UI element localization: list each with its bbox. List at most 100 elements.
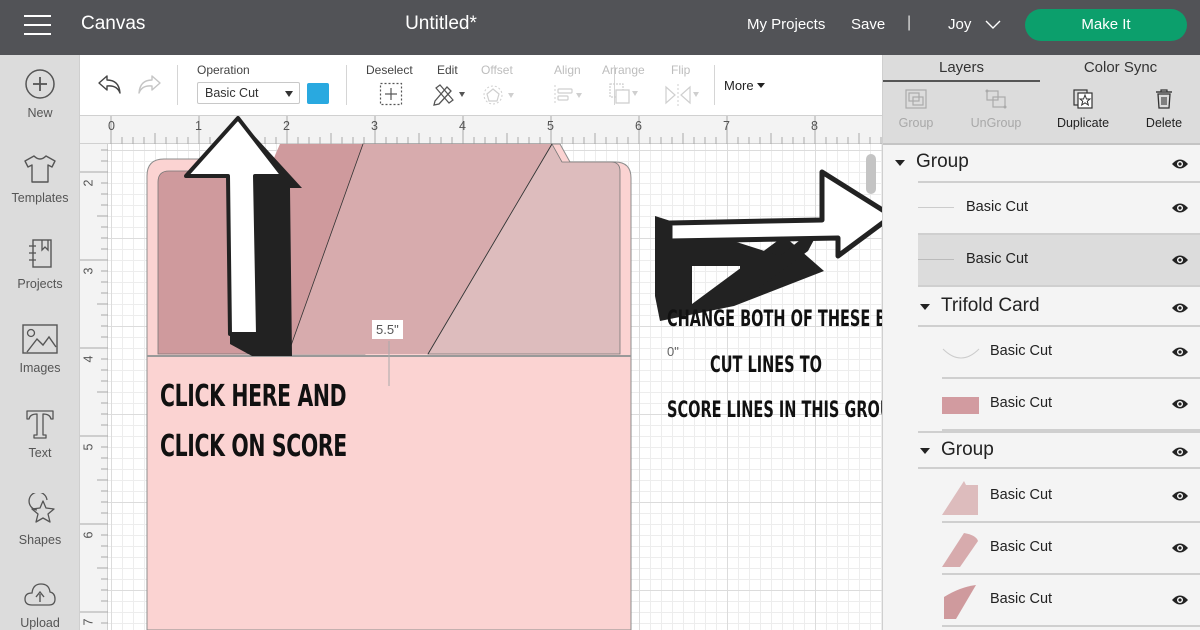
layer-group[interactable]: Trifold Card	[918, 289, 1200, 327]
eye-icon[interactable]	[1171, 445, 1189, 459]
top-bar: Canvas Untitled* My Projects Save | Joy …	[0, 0, 1200, 55]
sidebar-item-text[interactable]: Text	[0, 408, 80, 460]
layer-item[interactable]: Basic Cut	[942, 471, 1200, 523]
layer-item[interactable]: Basic Cut	[942, 327, 1200, 379]
edit-toolbar: Operation Basic Cut Deselect Edit Offset…	[80, 55, 882, 116]
operation-select[interactable]: Basic Cut	[197, 82, 300, 104]
undo-icon[interactable]	[97, 73, 123, 95]
eye-icon[interactable]	[1171, 301, 1189, 315]
curve-shape-thumb	[944, 585, 976, 619]
operation-value: Basic Cut	[205, 86, 259, 100]
flip-label: Flip	[671, 63, 691, 77]
eye-icon[interactable]	[1171, 201, 1189, 215]
ungroup-label: UnGroup	[970, 116, 1022, 130]
more-label: More	[724, 78, 754, 93]
group-name: Trifold Card	[941, 295, 1040, 316]
sidebar-item-templates[interactable]: Templates	[0, 153, 80, 205]
offset-icon[interactable]	[482, 84, 518, 106]
layer-item-selected[interactable]: Basic Cut	[918, 235, 1200, 287]
eye-icon[interactable]	[1171, 541, 1189, 555]
tab-color-sync[interactable]: Color Sync	[1040, 55, 1200, 82]
duplicate-button[interactable]: Duplicate	[1053, 88, 1113, 130]
shapes-icon	[28, 493, 55, 523]
save-link[interactable]: Save	[851, 16, 885, 33]
toolbar-divider	[177, 65, 178, 105]
sidebar-item-upload[interactable]: Upload	[0, 580, 80, 630]
group-label: Group	[898, 116, 934, 130]
separator: |	[907, 14, 912, 31]
eye-icon[interactable]	[1171, 345, 1189, 359]
layers-panel: Layers Color Sync Group UnGroup Duplicat…	[882, 55, 1200, 630]
eye-icon[interactable]	[1171, 397, 1189, 411]
canvas-scrollbar[interactable]	[866, 154, 876, 194]
sidebar-label: Text	[28, 446, 52, 460]
eye-icon[interactable]	[1171, 157, 1189, 171]
sidebar-label: Projects	[17, 277, 63, 291]
app-window: Canvas Untitled* My Projects Save | Joy …	[0, 0, 1200, 630]
layer-item[interactable]: Basic Cut	[918, 183, 1200, 235]
annotation-line: SCORE LINES IN THIS GROUP	[667, 398, 882, 423]
eye-icon[interactable]	[1171, 593, 1189, 607]
eye-icon[interactable]	[1171, 253, 1189, 267]
deselect-label: Deselect	[366, 63, 413, 77]
plus-circle-icon	[25, 69, 55, 99]
make-it-button[interactable]: Make It	[1025, 9, 1187, 41]
sidebar-item-new[interactable]: New	[0, 68, 80, 120]
annotation-left: CLICK HERE AND CLICK ON SCORE	[160, 372, 347, 472]
annotation-line: CUT LINES TO	[710, 353, 822, 378]
operation-label: Operation	[197, 63, 250, 77]
ungroup-button[interactable]: UnGroup	[965, 88, 1027, 130]
collapse-triangle-icon[interactable]	[920, 448, 930, 454]
layer-name: Basic Cut	[990, 487, 1053, 503]
text-t-icon	[26, 410, 54, 439]
sidebar-item-projects[interactable]: Projects	[0, 237, 80, 291]
edit-tools-icon[interactable]	[432, 82, 468, 106]
annotation-line: CLICK ON SCORE	[160, 429, 347, 464]
annotation-right: CHANGE BOTH OF THESE BASIC CUT LINES TO …	[616, 307, 882, 423]
tab-shape-thumb	[942, 481, 978, 515]
annotation-line: CLICK HERE AND	[160, 379, 347, 414]
toolbar-divider	[714, 65, 715, 105]
group-button[interactable]: Group	[891, 88, 941, 130]
sidebar-item-images[interactable]: Images	[0, 323, 80, 375]
duplicate-icon	[1073, 89, 1093, 109]
layer-group[interactable]: Group	[918, 431, 1200, 469]
delete-button[interactable]: Delete	[1141, 88, 1187, 130]
layer-name: Basic Cut	[966, 199, 1029, 215]
more-menu-button[interactable]: More	[724, 78, 765, 93]
user-menu[interactable]: Joy	[948, 16, 971, 33]
layer-actions: Group UnGroup Duplicate Delete	[883, 82, 1200, 145]
offset-label: Offset	[481, 63, 513, 77]
layer-name: Basic Cut	[990, 591, 1053, 607]
layer-item[interactable]: Basic Cut	[942, 575, 1200, 627]
layer-name: Basic Cut	[990, 395, 1053, 411]
chevron-down-icon[interactable]	[985, 18, 1001, 30]
my-projects-link[interactable]: My Projects	[747, 16, 825, 33]
sidebar-label: New	[27, 106, 53, 120]
notebook-icon	[29, 239, 52, 268]
redo-icon[interactable]	[136, 73, 162, 95]
align-label: Align	[554, 63, 581, 77]
eye-icon[interactable]	[1171, 489, 1189, 503]
arrange-label: Arrange	[602, 63, 645, 77]
image-icon	[22, 324, 58, 354]
panel-tabs: Layers Color Sync	[883, 55, 1200, 82]
deselect-icon[interactable]	[379, 82, 403, 106]
design-canvas[interactable]: 0 1 2 3 4 5 6 7 8 2 3 4 5 6 7 5.5" 0" CL…	[80, 116, 882, 630]
line-thumb	[918, 259, 954, 260]
delete-label: Delete	[1145, 116, 1183, 130]
tab-layers[interactable]: Layers	[883, 55, 1040, 82]
flip-icon[interactable]	[664, 83, 704, 107]
operation-color-swatch[interactable]	[307, 83, 329, 104]
dropdown-caret-icon	[285, 91, 293, 97]
layer-item[interactable]: Basic Cut	[942, 379, 1200, 431]
collapse-triangle-icon[interactable]	[895, 160, 905, 166]
align-icon[interactable]	[553, 84, 587, 106]
layer-name: Basic Cut	[990, 539, 1053, 555]
arrange-icon[interactable]	[608, 82, 644, 106]
collapse-triangle-icon[interactable]	[920, 304, 930, 310]
sidebar-item-shapes[interactable]: Shapes	[0, 493, 80, 547]
edit-label: Edit	[437, 63, 458, 77]
layer-group[interactable]: Group	[883, 145, 1200, 183]
layer-item[interactable]: Basic Cut	[942, 523, 1200, 575]
